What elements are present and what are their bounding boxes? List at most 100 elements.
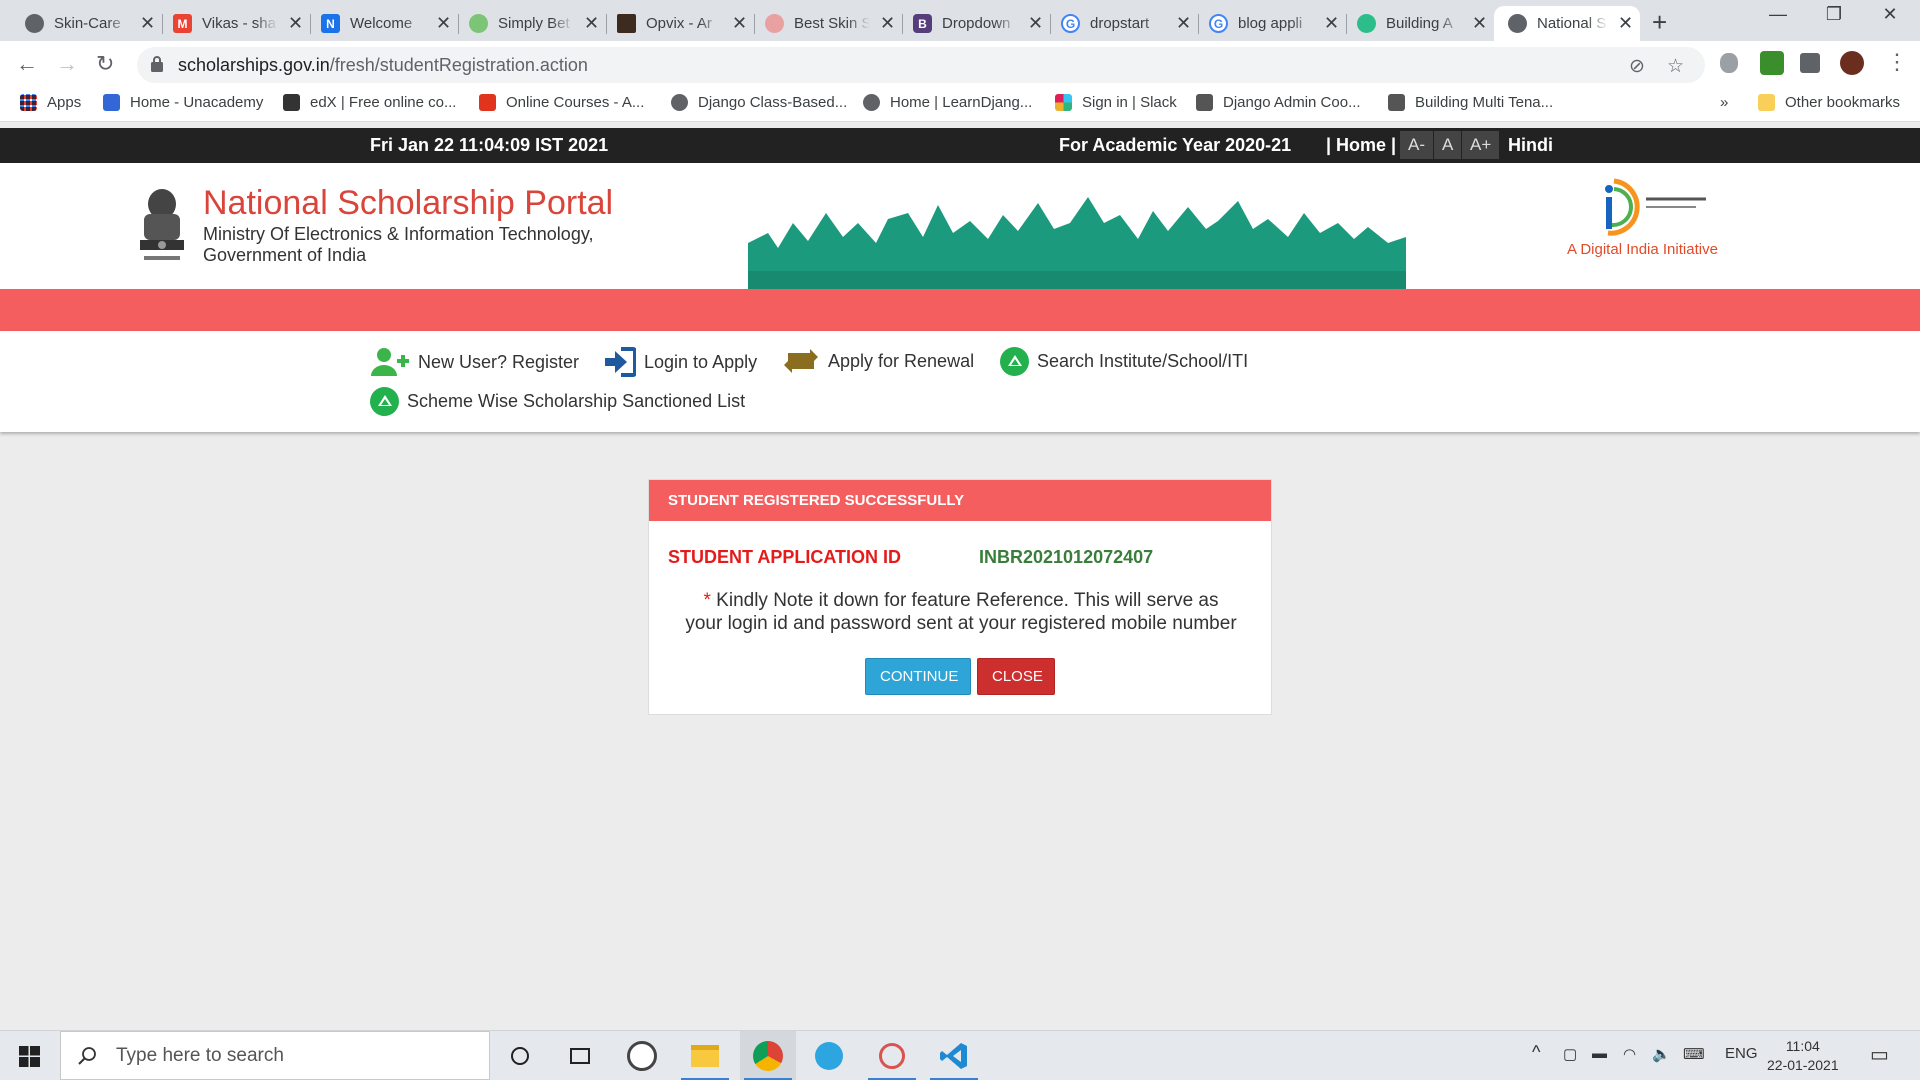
clover-icon (1357, 14, 1376, 33)
close-button[interactable]: CLOSE (977, 658, 1055, 695)
bookmark-online-courses[interactable]: Online Courses - A... (479, 94, 644, 111)
nav-search-institute[interactable]: Search Institute/School/ITI (1000, 347, 1248, 376)
bookmark-apps[interactable]: Apps (20, 94, 81, 111)
edx-icon (283, 94, 300, 111)
bookmark-label: Home | LearnDjang... (890, 94, 1033, 111)
bookmark-multi-tenant[interactable]: Building Multi Tena... (1388, 94, 1553, 111)
close-tab-icon[interactable]: ✕ (1472, 13, 1487, 34)
browser-tab[interactable]: B Dropdown ✕ (888, 6, 1051, 41)
opvix-icon (617, 14, 636, 33)
taskbar-search[interactable]: Type here to search (60, 1031, 490, 1080)
other-bookmarks[interactable]: Other bookmarks (1758, 94, 1900, 111)
home-link[interactable]: | Home | (1326, 135, 1396, 156)
menu-kebab-icon[interactable]: ⋮ (1886, 49, 1908, 75)
note-line: Kindly Note it down for feature Referenc… (716, 590, 1219, 611)
panel-heading: STUDENT REGISTERED SUCCESSFULLY (649, 480, 1271, 521)
taskbar-clock[interactable]: 11:04 22-01-2021 (1767, 1037, 1839, 1075)
registration-success-panel: STUDENT REGISTERED SUCCESSFULLY STUDENT … (648, 479, 1272, 715)
globe-icon (1508, 14, 1527, 33)
required-star: * (703, 590, 711, 611)
note-line: your login id and password sent at your … (685, 613, 1237, 634)
close-window-button[interactable]: ✕ (1862, 4, 1918, 25)
bookmark-learndjango[interactable]: Home | LearnDjang... (863, 94, 1032, 111)
tab-title: dropstart (1090, 15, 1150, 32)
bookmark-slack[interactable]: Sign in | Slack (1055, 94, 1177, 111)
tab-title: Best Skin S (794, 15, 870, 32)
extension-bug-icon[interactable] (1720, 53, 1738, 73)
browser-toolbar: ← → ↻ scholarships.gov.in/fresh/studentR… (0, 41, 1920, 88)
bookmark-label: Building Multi Tena... (1415, 94, 1554, 111)
keyboard-icon[interactable]: ⌨ (1683, 1045, 1705, 1063)
hindi-link[interactable]: Hindi (1508, 135, 1553, 156)
forward-arrow-icon[interactable]: → (56, 51, 78, 77)
browser-tab[interactable]: G blog appli ✕ (1184, 6, 1347, 41)
task-view-icon[interactable] (552, 1031, 608, 1080)
notifications-icon[interactable]: ▭ (1870, 1042, 1889, 1067)
wifi-icon[interactable]: ◠ (1623, 1045, 1636, 1063)
clock-app-icon[interactable] (614, 1031, 670, 1080)
leaf-icon (469, 14, 488, 33)
cortana-icon[interactable] (492, 1031, 548, 1080)
bookmark-unacademy[interactable]: Home - Unacademy (103, 94, 263, 111)
bookmark-label: Sign in | Slack (1082, 94, 1177, 111)
profile-avatar[interactable] (1840, 51, 1864, 75)
restore-button[interactable]: ❐ (1806, 4, 1862, 25)
bookmark-edx[interactable]: edX | Free online co... (283, 94, 456, 111)
browser-tab[interactable]: G dropstart ✕ (1036, 6, 1199, 41)
chrome-icon[interactable] (740, 1031, 796, 1080)
windows-taskbar: Type here to search ^ ▢ ▬ ◠ 🔈 ⌨ ENG 11:0… (0, 1030, 1920, 1080)
windows-start-icon[interactable] (19, 1046, 40, 1067)
eye-slash-icon[interactable]: ⊘ (1629, 55, 1645, 78)
extensions-puzzle-icon[interactable] (1800, 53, 1820, 73)
bookmarks-overflow-button[interactable]: » (1720, 94, 1728, 111)
language-indicator[interactable]: ENG (1725, 1045, 1758, 1062)
nav-register[interactable]: New User? Register (370, 347, 579, 377)
browser-tab[interactable]: Building A ✕ (1332, 6, 1494, 41)
nav-sanctioned-list[interactable]: Scheme Wise Scholarship Sanctioned List (370, 387, 745, 416)
minimize-button[interactable]: — (1750, 4, 1806, 25)
main-nav: New User? Register Login to Apply Apply … (0, 331, 1920, 432)
national-emblem-icon (140, 189, 184, 260)
font-normal-button[interactable]: A (1434, 131, 1462, 159)
meet-now-icon[interactable]: ▢ (1563, 1045, 1577, 1063)
battery-icon[interactable]: ▬ (1592, 1045, 1607, 1062)
bookmark-django-admin[interactable]: Django Admin Coo... (1196, 94, 1361, 111)
file-explorer-icon[interactable] (677, 1031, 733, 1080)
browser-tab[interactable]: Best Skin S ✕ (740, 6, 903, 41)
digital-india-logo (1605, 178, 1706, 236)
browser-tab[interactable]: M Vikas - sha ✕ (148, 6, 311, 41)
volume-icon[interactable]: 🔈 (1652, 1045, 1671, 1063)
browser-tab[interactable]: Opvix - Ar ✕ (592, 6, 755, 41)
address-bar[interactable]: scholarships.gov.in/fresh/studentRegistr… (137, 47, 1705, 83)
reload-icon[interactable]: ↻ (96, 51, 114, 77)
nav-renewal[interactable]: Apply for Renewal (782, 347, 974, 375)
vscode-icon[interactable] (926, 1031, 982, 1080)
nav-label: New User? Register (418, 351, 580, 372)
n-logo-icon: N (321, 14, 340, 33)
bookmark-label: Online Courses - A... (506, 94, 645, 111)
close-tab-icon[interactable]: ✕ (1618, 13, 1633, 34)
nav-login[interactable]: Login to Apply (603, 347, 757, 377)
tab-title: Building A (1386, 15, 1453, 32)
browser-tab[interactable]: Skin-Care ✕ (0, 6, 163, 41)
unacademy-icon (103, 94, 120, 111)
font-larger-button[interactable]: A+ (1462, 131, 1500, 159)
browser-tab[interactable]: Simply Bet ✕ (444, 6, 607, 41)
star-bookmark-icon[interactable]: ☆ (1667, 55, 1684, 78)
browser-tab[interactable]: N Welcome ✕ (296, 6, 459, 41)
search-icon (78, 1046, 96, 1065)
add-user-icon (371, 348, 409, 376)
url-text: scholarships.gov.in/fresh/studentRegistr… (178, 55, 588, 75)
bookmark-django-cbv[interactable]: Django Class-Based... (671, 94, 847, 111)
new-tab-button[interactable]: + (1652, 7, 1667, 38)
extension-tree-icon[interactable] (1760, 51, 1784, 75)
tray-chevron-up-icon[interactable]: ^ (1532, 1042, 1540, 1063)
back-arrow-icon[interactable]: ← (16, 51, 38, 77)
students-banner-illustration (748, 197, 1406, 289)
continue-button[interactable]: CONTINUE (865, 658, 971, 695)
telegram-icon[interactable] (801, 1031, 857, 1080)
browser-tab-active[interactable]: National S ✕ (1494, 6, 1640, 41)
font-smaller-button[interactable]: A- (1400, 131, 1433, 159)
bookmark-label: edX | Free online co... (310, 94, 457, 111)
snipping-tool-icon[interactable] (864, 1031, 920, 1080)
